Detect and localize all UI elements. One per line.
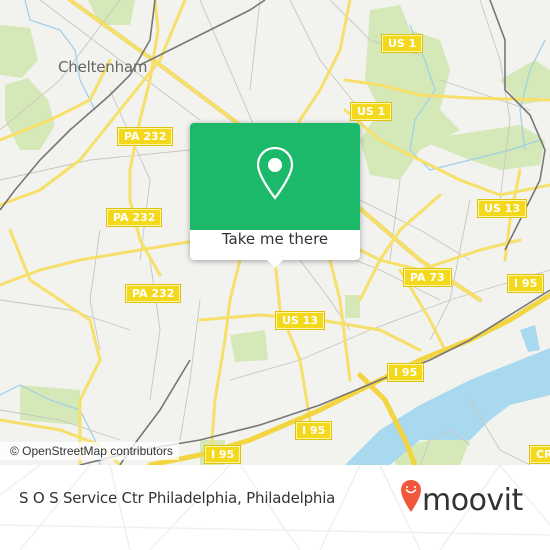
road-shield-us1: US 1 (380, 34, 424, 53)
road-shield-us13: US 13 (477, 199, 527, 218)
road-shield-i95: I 95 (386, 363, 425, 382)
place-label-cheltenham: Cheltenham (58, 58, 148, 76)
road-shield-i95: I 95 (506, 274, 545, 293)
road-shield-pa232: PA 232 (105, 208, 163, 227)
popup-pointer (267, 260, 283, 268)
moovit-brand[interactable]: moovit (422, 485, 523, 517)
road-shield-us13: US 13 (275, 311, 325, 330)
footer-bar: S O S Service Ctr Philadelphia, Philadel… (0, 465, 550, 550)
location-title: S O S Service Ctr Philadelphia, Philadel… (19, 489, 336, 507)
location-popup: Take me there (190, 123, 360, 268)
map-view[interactable]: Cheltenham US 1 US 1 PA 232 PA 232 PA 23… (0, 0, 550, 465)
road-shield-i95: I 95 (294, 421, 333, 440)
road-shield-pa73: PA 73 (403, 268, 452, 287)
road-shield-pa232: PA 232 (124, 284, 182, 303)
popup-header (190, 123, 360, 230)
map-pin-icon (256, 146, 294, 200)
road-shield-pa232: PA 232 (116, 127, 174, 146)
moovit-logo-icon (401, 480, 421, 512)
take-me-there-button[interactable]: Take me there (190, 230, 360, 260)
road-shield-cr: CR 5 (528, 445, 550, 464)
road-shield-us1: US 1 (349, 102, 393, 121)
road-shield-i95: I 95 (203, 445, 242, 464)
map-attribution[interactable]: © OpenStreetMap contributors (0, 442, 179, 460)
